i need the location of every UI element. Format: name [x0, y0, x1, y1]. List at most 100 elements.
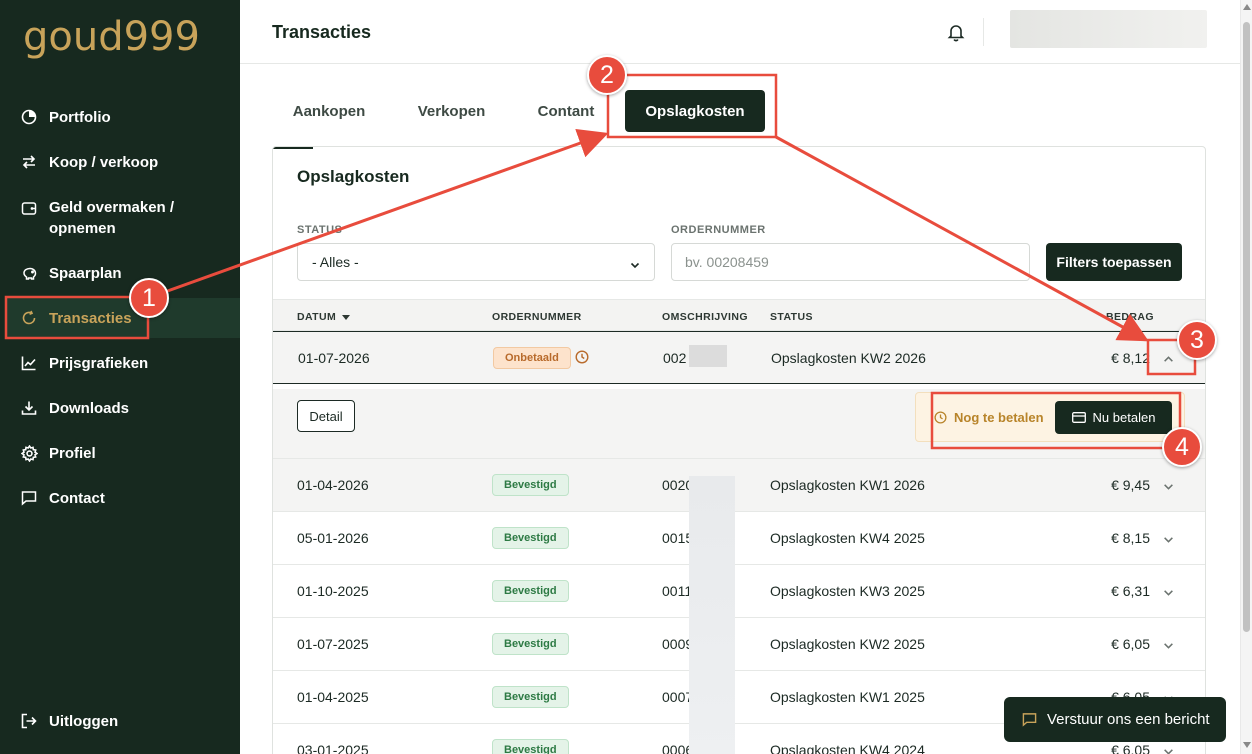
line-chart-icon	[20, 354, 38, 372]
row-description: Opslagkosten KW3 2025	[770, 583, 925, 599]
row-description: Opslagkosten KW1 2025	[770, 689, 925, 705]
chevron-down-icon[interactable]	[1163, 532, 1174, 548]
sidebar-item-transacties[interactable]: Transacties	[5, 298, 240, 338]
send-message-label: Verstuur ons een bericht	[1047, 711, 1210, 728]
row-description: Opslagkosten KW4 2025	[770, 530, 925, 546]
table-row[interactable]: 05-01-2026 Bevestigd 0015 Opslagkosten K…	[273, 512, 1205, 565]
detail-button[interactable]: Detail	[297, 400, 355, 432]
sidebar-item-contact[interactable]: Contact	[5, 478, 240, 518]
row-detail-panel: Detail Nog te betalen Nu betalen	[273, 389, 1205, 459]
card-accent	[273, 147, 313, 149]
scroll-down-arrow-icon[interactable]	[1243, 742, 1251, 748]
user-account-menu[interactable]	[1010, 10, 1207, 48]
sidebar-item-label: Koop / verkoop	[49, 153, 159, 171]
header-divider	[983, 18, 984, 46]
row-date: 05-01-2026	[297, 530, 369, 546]
row-order-number: 002	[663, 350, 687, 366]
tab-aankopen[interactable]: Aankopen	[272, 90, 386, 132]
due-label: Nog te betalen	[954, 410, 1044, 425]
row-description: Opslagkosten KW1 2026	[770, 477, 925, 493]
sort-desc-icon	[342, 314, 351, 320]
annotation-marker-4: 4	[1162, 427, 1202, 467]
sidebar-item-prijsgrafieken[interactable]: Prijsgrafieken	[5, 343, 240, 383]
scroll-up-arrow-icon[interactable]	[1243, 4, 1251, 10]
order-number-input[interactable]	[671, 243, 1030, 281]
row-date: 01-10-2025	[297, 583, 369, 599]
row-amount: € 8,12	[1111, 350, 1150, 366]
annotation-marker-3: 3	[1177, 320, 1217, 360]
row-date: 01-07-2026	[298, 350, 370, 366]
chevron-up-icon[interactable]	[1163, 352, 1174, 368]
sidebar-item-geld-overmaken[interactable]: Geld overmaken / opnemen	[5, 197, 240, 243]
status-badge: Bevestigd	[492, 633, 569, 655]
column-header-status: STATUS	[770, 311, 813, 323]
status-badge: Bevestigd	[492, 527, 569, 549]
download-icon	[20, 399, 38, 417]
scroll-thumb[interactable]	[1243, 22, 1250, 632]
order-filter-label: ORDERNUMMER	[671, 224, 766, 236]
chevron-down-icon[interactable]	[1163, 479, 1174, 495]
chevron-down-icon[interactable]	[1163, 585, 1174, 601]
status-badge: Onbetaald	[493, 347, 571, 369]
sidebar-item-label: Downloads	[49, 399, 130, 417]
status-filter-label: STATUS	[297, 224, 343, 236]
sidebar-item-portfolio[interactable]: Portfolio	[5, 97, 240, 137]
clock-icon	[575, 350, 589, 367]
send-message-button[interactable]: Verstuur ons een bericht	[1004, 697, 1226, 742]
sidebar-item-label: Profiel	[49, 444, 96, 462]
card-title: Opslagkosten	[297, 167, 410, 186]
row-amount: € 6,05	[1111, 742, 1150, 754]
row-date: 01-04-2025	[297, 689, 369, 705]
chat-icon	[1022, 713, 1037, 727]
column-header-bedrag: BEDRAG	[1106, 311, 1154, 323]
table-row[interactable]: 01-04-2026 Bevestigd 0020 Opslagkosten K…	[273, 459, 1205, 512]
sidebar-item-koop-verkoop[interactable]: Koop / verkoop	[5, 142, 240, 182]
status-select[interactable]: - Alles -	[297, 243, 655, 281]
pie-chart-icon	[20, 108, 38, 126]
page-title: Transacties	[272, 22, 372, 42]
refresh-icon	[20, 309, 38, 327]
annotation-marker-1: 1	[129, 278, 169, 318]
sidebar: goud999 Portfolio Koop / verkoop Geld ov…	[0, 0, 240, 754]
swap-arrows-icon	[20, 153, 38, 171]
status-badge: Bevestigd	[492, 580, 569, 602]
logout-button[interactable]: Uitloggen	[5, 701, 240, 741]
pay-now-button[interactable]: Nu betalen	[1055, 401, 1172, 434]
row-description: Opslagkosten KW2 2025	[770, 636, 925, 652]
redacted-block	[689, 345, 727, 367]
column-header-datum[interactable]: DATUM	[297, 311, 351, 323]
wallet-icon	[20, 199, 38, 217]
logout-label: Uitloggen	[49, 712, 119, 730]
chevron-down-icon	[630, 257, 640, 273]
table-row[interactable]: 01-07-2025 Bevestigd 0009 Opslagkosten K…	[273, 618, 1205, 671]
chevron-down-icon[interactable]	[1163, 744, 1174, 754]
redaction-strip	[689, 476, 735, 754]
table-row[interactable]: 01-07-2026 Onbetaald 002 Opslagkosten KW…	[273, 331, 1205, 384]
row-amount: € 9,45	[1111, 477, 1150, 493]
annotation-marker-2: 2	[587, 55, 627, 95]
row-date: 01-07-2025	[297, 636, 369, 652]
payment-due-box: Nog te betalen Nu betalen	[915, 392, 1185, 442]
tab-verkopen[interactable]: Verkopen	[400, 90, 503, 132]
table-row[interactable]: 01-10-2025 Bevestigd 0011 Opslagkosten K…	[273, 565, 1205, 618]
sidebar-item-downloads[interactable]: Downloads	[5, 388, 240, 428]
chevron-down-icon[interactable]	[1163, 638, 1174, 654]
credit-card-icon	[1071, 412, 1086, 423]
status-badge: Bevestigd	[492, 739, 569, 754]
bell-icon[interactable]	[946, 22, 966, 42]
tab-opslagkosten[interactable]: Opslagkosten	[625, 90, 765, 132]
pay-now-label: Nu betalen	[1092, 410, 1156, 425]
row-description: Opslagkosten KW2 2026	[771, 350, 926, 366]
tab-contant[interactable]: Contant	[518, 90, 614, 132]
sidebar-item-label: Transacties	[49, 309, 132, 327]
row-order-number: 0011	[662, 583, 693, 599]
sidebar-item-profiel[interactable]: Profiel	[5, 433, 240, 473]
apply-filters-button[interactable]: Filters toepassen	[1046, 243, 1182, 281]
sidebar-item-spaarplan[interactable]: Spaarplan	[5, 253, 240, 293]
sidebar-item-label: Prijsgrafieken	[49, 354, 149, 372]
status-select-value: - Alles -	[312, 254, 359, 270]
sidebar-item-label: Spaarplan	[49, 264, 122, 282]
scrollbar[interactable]	[1240, 0, 1252, 754]
row-date: 01-04-2026	[297, 477, 369, 493]
logo[interactable]: goud999	[23, 14, 200, 60]
